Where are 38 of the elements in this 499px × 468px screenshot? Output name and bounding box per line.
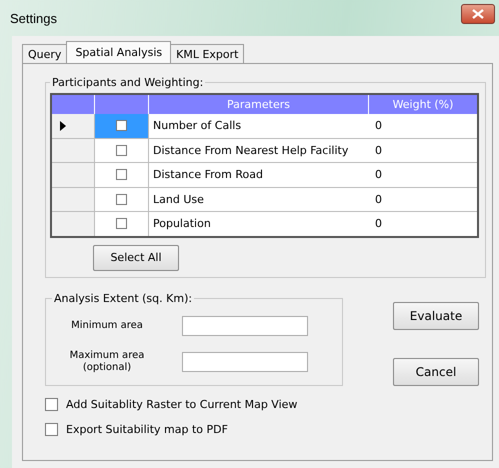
group-title: Participants and Weighting: <box>51 76 204 89</box>
table-cell-text: Distance From Nearest Help Facility <box>152 142 350 159</box>
select-all-button[interactable]: Select All <box>93 244 179 270</box>
table-cell-text: Population <box>152 216 212 232</box>
checkbox[interactable] <box>45 398 58 410</box>
field-label: Minimum area <box>70 320 144 332</box>
checkbox-label: Add Suitablity Raster to Current Map View <box>66 398 298 410</box>
dialog-button[interactable]: Cancel <box>393 358 479 386</box>
window-title: Settings <box>10 10 57 26</box>
field-label: Maximum area (optional) <box>68 350 146 374</box>
checkbox[interactable] <box>116 218 127 230</box>
column-header: Parameters <box>149 95 369 114</box>
table-cell-text: Distance From Road <box>152 167 264 184</box>
input-field[interactable] <box>182 352 308 372</box>
table-cell-text: 0 <box>374 118 383 134</box>
group-title: Analysis Extent (sq. Km): <box>53 292 194 304</box>
input-field[interactable] <box>182 316 308 336</box>
checkbox[interactable] <box>116 120 127 132</box>
checkbox[interactable] <box>45 422 58 436</box>
dialog-button[interactable]: Evaluate <box>393 302 479 330</box>
tab[interactable]: Query <box>22 44 68 63</box>
tab[interactable]: Spatial Analysis <box>66 41 172 63</box>
table-cell-text: 0 <box>374 167 383 184</box>
table-cell-text: 0 <box>374 192 383 208</box>
close-icon <box>472 9 484 19</box>
table-cell-text: 0 <box>374 216 383 232</box>
row-header[interactable] <box>52 114 95 138</box>
table-cell-text: 0 <box>374 142 383 159</box>
checkbox-label: Export Suitability map to PDF <box>66 422 228 436</box>
table-cell-text: Land Use <box>152 192 205 208</box>
checkbox[interactable] <box>116 144 127 156</box>
checkbox[interactable] <box>116 169 127 180</box>
tab[interactable]: KML Export <box>170 44 244 63</box>
table-cell-text: Number of Calls <box>152 118 242 134</box>
column-header: Weight (%) <box>369 95 477 114</box>
checkbox[interactable] <box>116 194 127 205</box>
close-button[interactable] <box>461 4 495 24</box>
current-row-icon <box>60 120 66 131</box>
